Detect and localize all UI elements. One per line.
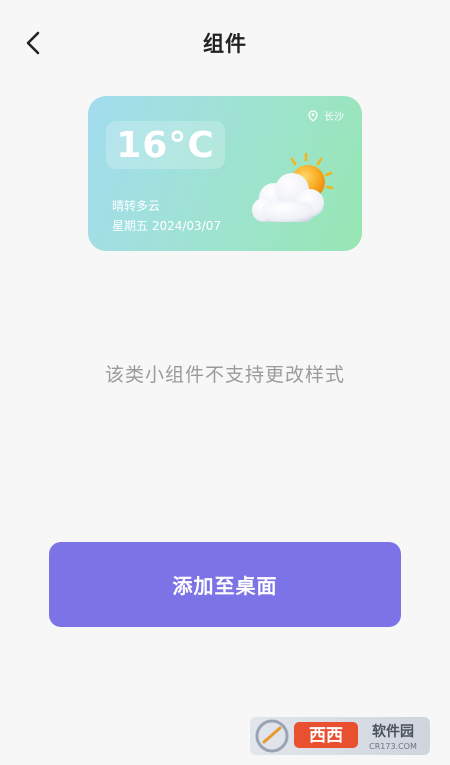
date-text: 星期五 2024/03/07 bbox=[112, 219, 221, 233]
location-label: 长沙 bbox=[308, 108, 344, 123]
page-title: 组件 bbox=[203, 32, 247, 56]
temperature-box: 16°C bbox=[106, 121, 225, 169]
weather-widget-preview: 长沙 16°C 晴转多云 星期五 2024/03/07 bbox=[88, 96, 362, 251]
unsupported-style-notice: 该类小组件不支持更改样式 bbox=[104, 364, 345, 386]
svg-text:CR173.COM: CR173.COM bbox=[369, 742, 417, 751]
weather-condition: 晴转多云 bbox=[112, 199, 161, 213]
top-bar: 组件 bbox=[0, 0, 450, 86]
location-text: 长沙 bbox=[324, 112, 344, 123]
temperature-value: 16°C bbox=[116, 124, 215, 166]
add-to-desktop-button[interactable]: 添加至桌面 bbox=[49, 542, 401, 627]
watermark-logo: 西西 软件园 CR173.COM bbox=[250, 717, 430, 755]
svg-text:西西: 西西 bbox=[309, 726, 343, 746]
partly-cloudy-icon bbox=[252, 152, 334, 222]
location-pin-icon bbox=[308, 109, 318, 122]
svg-text:软件园: 软件园 bbox=[372, 723, 414, 740]
